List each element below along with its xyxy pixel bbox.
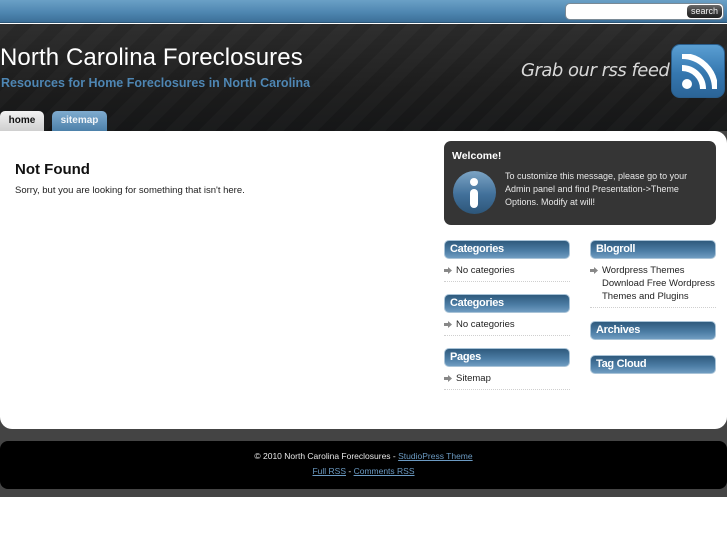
content-area: Not Found Sorry, but you are looking for… [0,131,727,429]
site-tagline: Resources for Home Foreclosures in North… [1,76,311,90]
blogroll-link[interactable]: Wordpress Themes Download Free Wordpress… [602,265,715,302]
widget-title-pages: Pages [444,348,570,367]
list-item[interactable]: Wordpress Themes Download Free Wordpress… [590,264,716,308]
tab-sitemap[interactable]: sitemap [52,111,107,131]
search-form: search [565,3,724,20]
page-title: Not Found [15,161,90,178]
page-wrapper: Not Found Sorry, but you are looking for… [0,131,727,497]
not-found-message: Sorry, but you are looking for something… [15,185,245,196]
site-header: North Carolina Foreclosures Resources fo… [0,24,727,132]
list-item-label: No categories [456,319,515,330]
arrow-right-icon [444,267,452,274]
top-bar: search [0,0,727,23]
widget-list-blogroll: Wordpress Themes Download Free Wordpress… [590,264,716,308]
rss-feed-link[interactable]: Grab our rss feed [521,60,670,81]
widget-title-tag-cloud: Tag Cloud [590,355,716,374]
arrow-right-icon [444,321,452,328]
sitemap-link[interactable]: Sitemap [456,373,491,384]
info-icon [453,171,496,214]
studiopress-theme-link[interactable]: StudioPress Theme [398,451,473,461]
list-item-label: No categories [456,265,515,276]
site-footer: © 2010 North Carolina Foreclosures - Stu… [0,441,727,489]
list-item: No categories [444,318,570,336]
rss-feed-icon[interactable] [671,44,725,98]
welcome-title: Welcome! [452,150,502,162]
widget-list-pages: Sitemap [444,372,570,390]
welcome-text: To customize this message, please go to … [505,171,688,207]
footer-copyright-line: © 2010 North Carolina Foreclosures - Stu… [0,451,727,461]
footer-copyright: © 2010 North Carolina Foreclosures - [254,451,399,461]
widget-title-blogroll: Blogroll [590,240,716,259]
widget-title-archives: Archives [590,321,716,340]
tab-home[interactable]: home [0,111,44,131]
list-item: No categories [444,264,570,282]
comments-rss-link[interactable]: Comments RSS [354,466,415,476]
widget-title-categories-2: Categories [444,294,570,313]
full-rss-link[interactable]: Full RSS [312,466,346,476]
widget-list-categories-2: No categories [444,318,570,336]
widget-title-categories: Categories [444,240,570,259]
list-item[interactable]: Sitemap [444,372,570,390]
site-title[interactable]: North Carolina Foreclosures [0,44,303,72]
arrow-right-icon [590,267,598,274]
arrow-right-icon [444,375,452,382]
welcome-box: Welcome! To customize this message, plea… [444,141,716,225]
search-input[interactable] [570,5,688,18]
search-button[interactable]: search [687,5,722,18]
footer-rss-line: Full RSS - Comments RSS [0,466,727,476]
footer-separator: - [346,466,354,476]
widget-list-categories: No categories [444,264,570,282]
